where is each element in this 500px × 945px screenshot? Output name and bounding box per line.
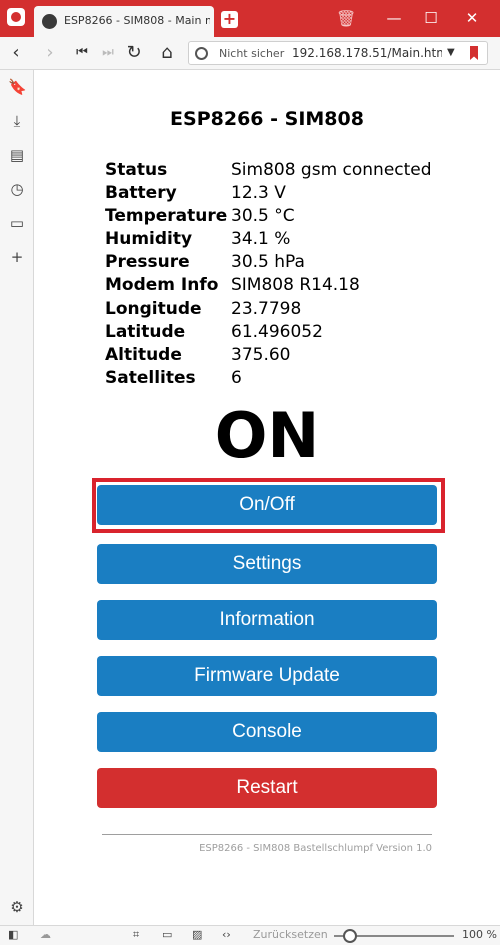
window-panel-icon[interactable]: ▭	[8, 214, 26, 232]
restart-button[interactable]: Restart	[97, 768, 437, 808]
info-label: Temperature	[105, 206, 228, 227]
firmware-update-button[interactable]: Firmware Update	[97, 656, 437, 696]
power-state: ON	[214, 399, 320, 472]
info-row-humidity: Humidity 34.1 %	[105, 228, 432, 251]
footer-divider	[102, 834, 432, 835]
info-row-temperature: Temperature 30.5 °C	[105, 205, 432, 228]
info-label: Battery	[105, 183, 177, 204]
tab-title: ESP8266 - SIM808 - Main menu	[64, 14, 210, 27]
sync-cloud-icon[interactable]: ☁	[40, 928, 51, 941]
info-row-status: Status Sim808 gsm connected	[105, 159, 432, 182]
settings-gear-icon[interactable]: ⚙	[8, 898, 26, 916]
onoff-button[interactable]: On/Off	[97, 485, 437, 525]
bookmark-icon[interactable]	[470, 46, 478, 60]
info-value: 30.5 °C	[231, 206, 295, 227]
info-value: 375.60	[231, 344, 291, 365]
page-title: ESP8266 - SIM808	[170, 108, 364, 130]
zoom-level: 100 %	[462, 928, 497, 941]
info-label: Pressure	[105, 252, 190, 273]
tiling-icon[interactable]: ▭	[162, 928, 172, 941]
info-label: Latitude	[105, 321, 186, 342]
image-toggle-icon[interactable]: ▨	[192, 928, 202, 941]
info-value: 61.496052	[231, 321, 323, 342]
info-label: Altitude	[105, 344, 182, 365]
info-value: Sim808 gsm connected	[231, 160, 432, 180]
add-panel-icon[interactable]: +	[8, 248, 26, 266]
info-label: Longitude	[105, 298, 202, 319]
site-info-icon[interactable]	[195, 47, 208, 60]
trash-icon[interactable]: 🗑	[336, 9, 356, 28]
address-field[interactable]: Nicht sicher 192.168.178.51/Main.htm ▼	[188, 41, 488, 65]
url-text[interactable]: 192.168.178.51/Main.htm	[292, 46, 442, 60]
zoom-slider-handle[interactable]	[343, 929, 357, 943]
vivaldi-logo-icon[interactable]	[7, 8, 25, 26]
panel-toggle-icon[interactable]: ◧	[8, 928, 18, 941]
bookmarks-panel-icon[interactable]: 🔖	[8, 78, 27, 96]
page-content: ESP8266 - SIM808 Status Sim808 gsm connec…	[34, 70, 500, 925]
reload-button[interactable]: ↻	[122, 41, 146, 65]
status-table: Status Sim808 gsm connected Battery 12.3 V…	[105, 159, 432, 390]
info-row-altitude: Altitude 375.60	[105, 344, 432, 367]
info-row-satellites: Satellites 6	[105, 367, 432, 390]
browser-tab[interactable]: ESP8266 - SIM808 - Main menu	[34, 6, 214, 37]
info-label: Modem Info	[105, 275, 219, 296]
rewind-button[interactable]: ⏮	[70, 41, 94, 65]
back-button[interactable]: ‹	[4, 41, 28, 65]
info-value: 30.5 hPa	[231, 252, 305, 273]
capture-icon[interactable]: ⌗	[133, 928, 139, 942]
page-actions-icon[interactable]: ‹›	[222, 928, 231, 941]
info-row-longitude: Longitude 23.7798	[105, 298, 432, 321]
info-value: 34.1 %	[231, 229, 291, 250]
console-button[interactable]: Console	[97, 712, 437, 752]
notes-panel-icon[interactable]: ▤	[8, 146, 26, 164]
browser-titlebar: ESP8266 - SIM808 - Main menu + 🗑 — ☐ ✕	[0, 0, 500, 37]
security-label: Nicht sicher	[219, 47, 285, 60]
forward-button[interactable]: ›	[38, 41, 62, 65]
browser-statusbar: ◧ ☁ ⌗ ▭ ▨ ‹› Zurücksetzen 100 %	[0, 925, 500, 945]
info-label: Status	[105, 160, 168, 180]
minimize-button[interactable]: —	[383, 7, 405, 29]
home-button[interactable]: ⌂	[155, 41, 179, 65]
downloads-panel-icon[interactable]: ⤓	[8, 112, 26, 130]
zoom-reset-button[interactable]: Zurücksetzen	[253, 928, 328, 941]
info-label: Satellites	[105, 367, 196, 388]
fast-forward-button[interactable]: ⏭	[96, 41, 120, 65]
info-value: 12.3 V	[231, 183, 286, 204]
settings-button[interactable]: Settings	[97, 544, 437, 584]
information-button[interactable]: Information	[97, 600, 437, 640]
globe-icon	[42, 14, 57, 29]
info-label: Humidity	[105, 229, 193, 250]
maximize-button[interactable]: ☐	[420, 7, 442, 29]
info-row-latitude: Latitude 61.496052	[105, 321, 432, 344]
address-toolbar: ‹ › ⏮ ⏭ ↻ ⌂ Nicht sicher 192.168.178.51/…	[0, 37, 500, 70]
side-panel: 🔖 ⤓ ▤ ◷ ▭ + ⚙	[0, 70, 34, 925]
footer-text: ESP8266 - SIM808 Bastellschlumpf Version…	[199, 843, 432, 854]
new-tab-button[interactable]: +	[221, 11, 238, 28]
info-value: 23.7798	[231, 298, 302, 319]
info-value: SIM808 R14.18	[231, 275, 360, 296]
chevron-down-icon[interactable]: ▼	[447, 47, 455, 58]
info-row-modem-info: Modem Info SIM808 R14.18	[105, 274, 432, 297]
history-panel-icon[interactable]: ◷	[8, 180, 26, 198]
close-window-button[interactable]: ✕	[461, 7, 483, 29]
info-row-battery: Battery 12.3 V	[105, 182, 432, 205]
info-row-pressure: Pressure 30.5 hPa	[105, 251, 432, 274]
info-value: 6	[231, 367, 242, 388]
